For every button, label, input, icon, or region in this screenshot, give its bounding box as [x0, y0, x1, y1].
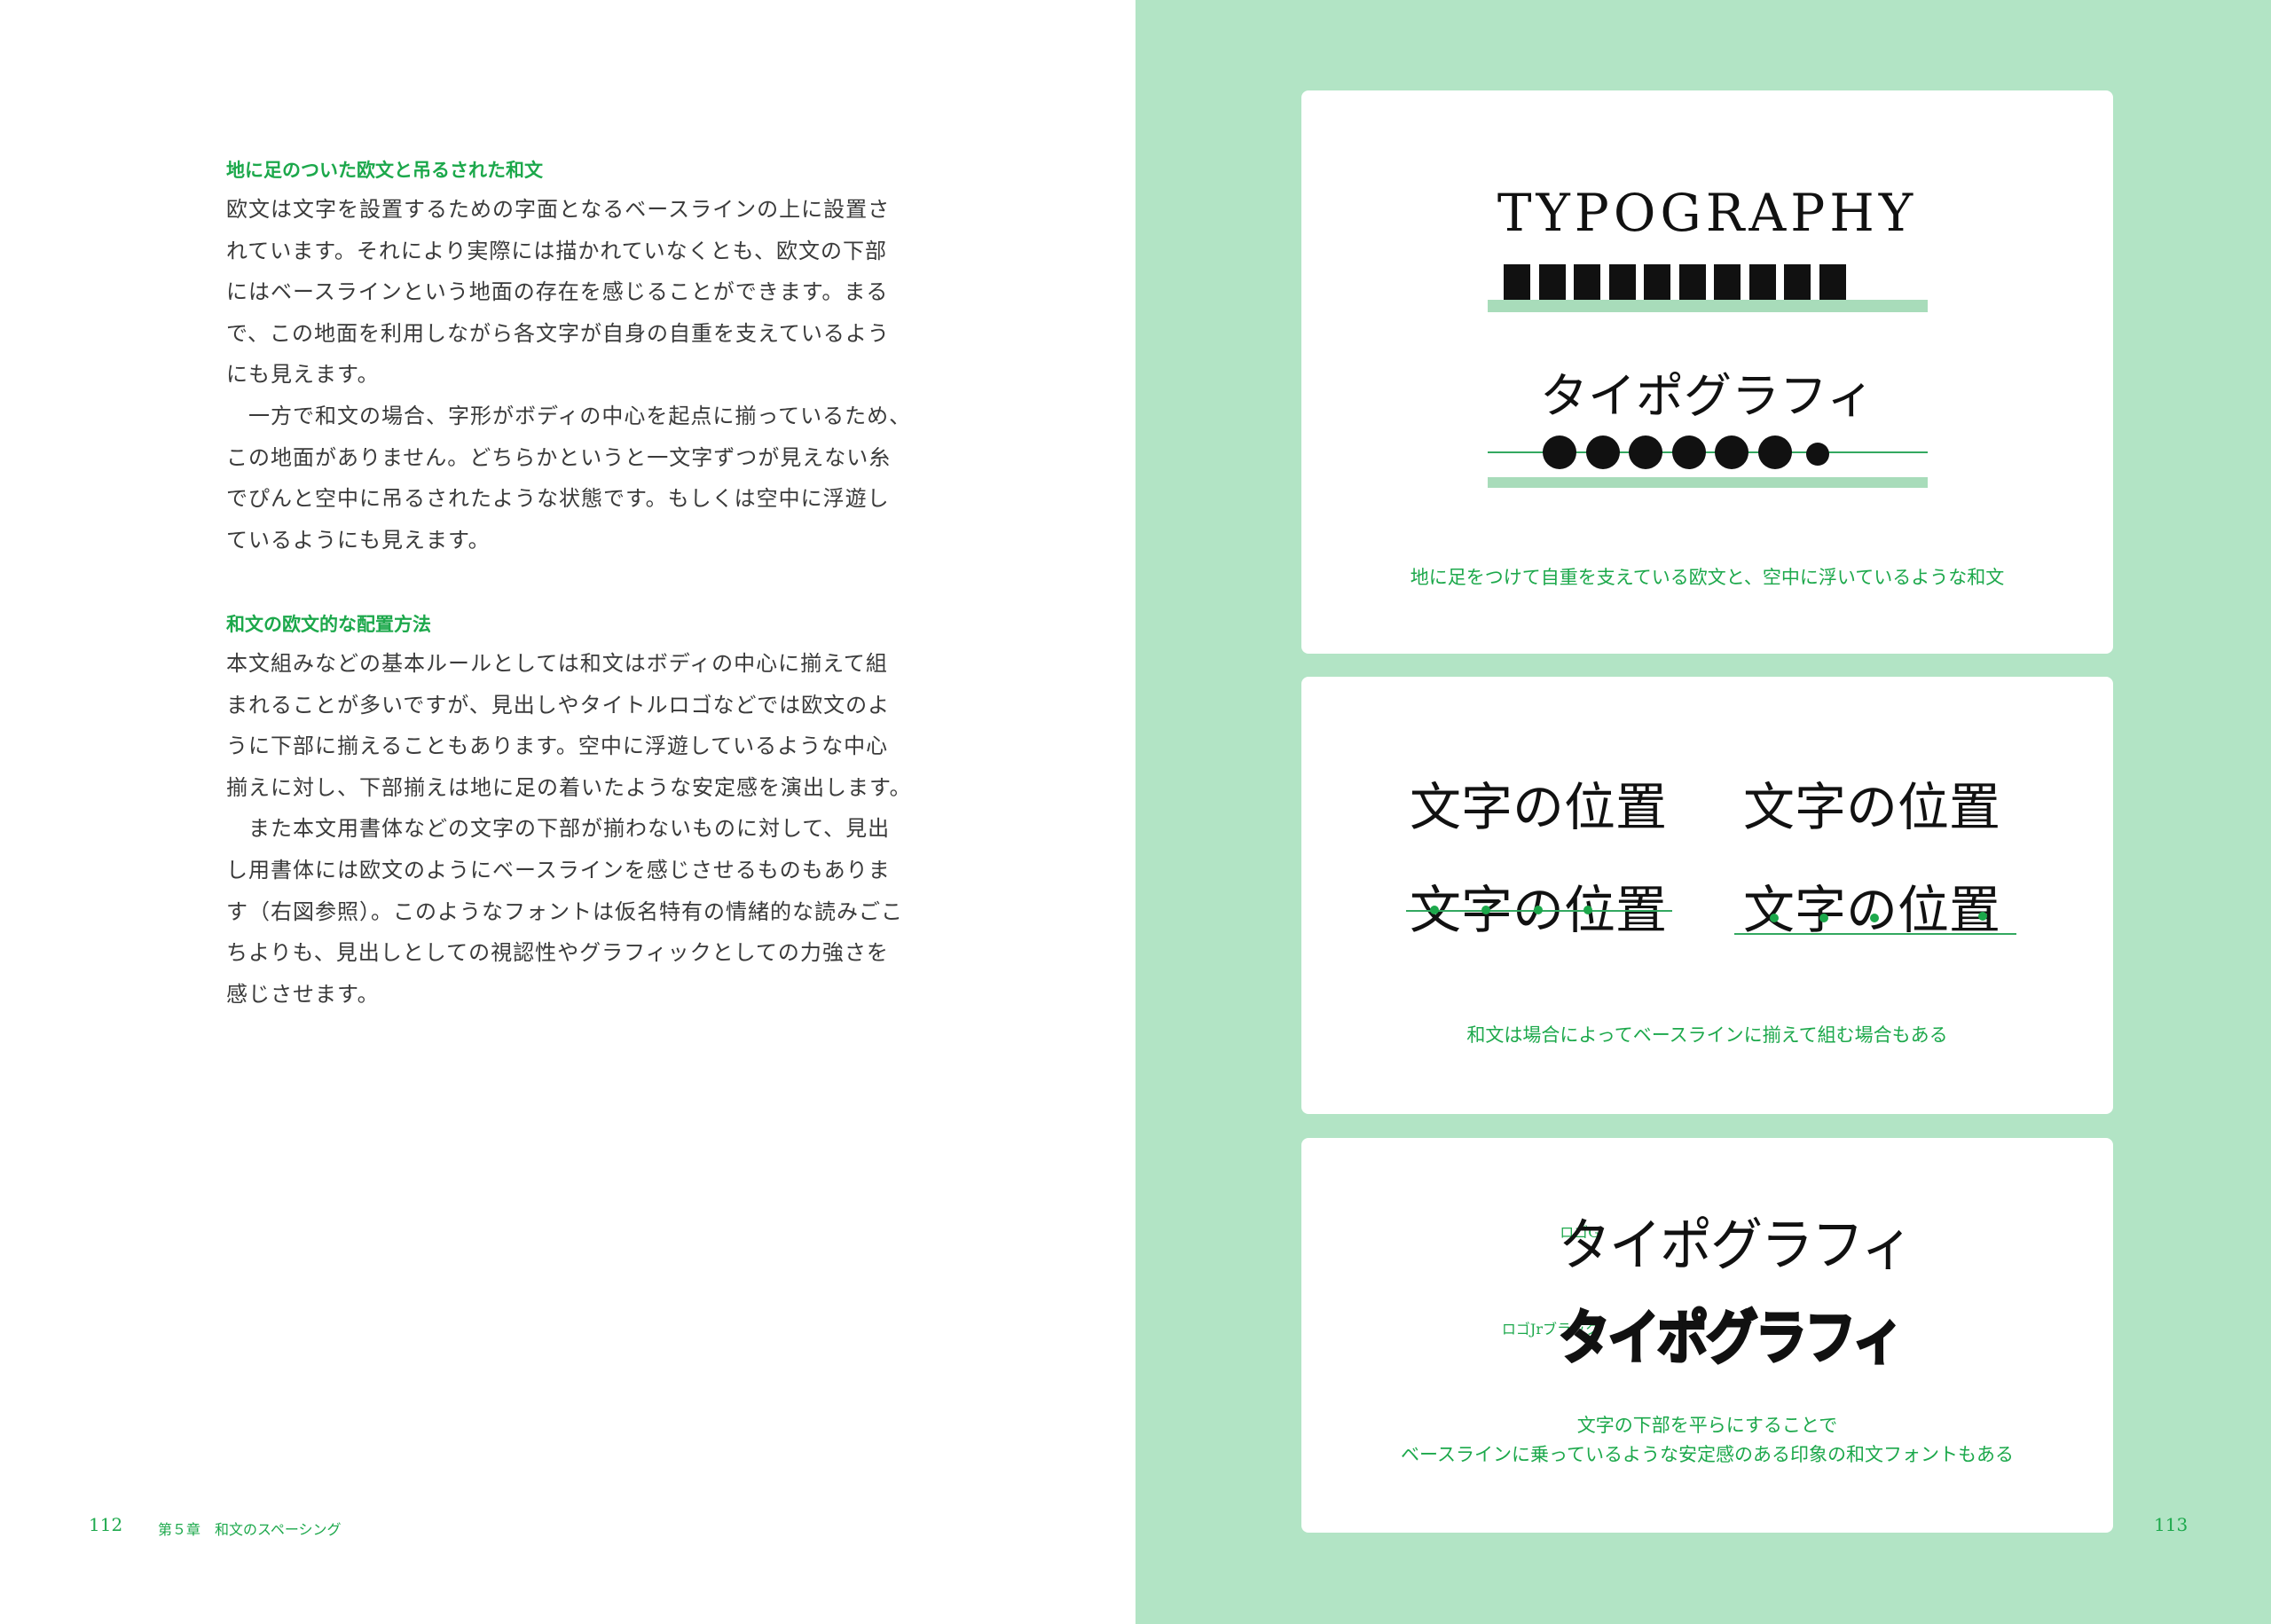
- center-marker: [1430, 906, 1439, 914]
- body-line: れています。それにより実際には描かれていなくとも、欧文の下部: [226, 238, 887, 263]
- glyph-circle: [1757, 435, 1792, 469]
- left-page: 地に足のついた欧文と吊るされた和文 欧文は文字を設置するための字面となるベースラ…: [0, 0, 1136, 1624]
- glyph-square: [1678, 264, 1706, 300]
- running-head: 第５章 和文のスペーシング: [158, 1521, 342, 1538]
- figure-caption-2: 和文は場合によってベースラインに揃えて組む場合もある: [1466, 1024, 1948, 1046]
- body-line: し用書体には欧文のようにベースラインを感じさせるものもありま: [226, 857, 891, 883]
- glyph-circle: [1543, 435, 1576, 469]
- bottom-bar: [1488, 477, 1928, 488]
- body-line: この地面がありません。どちらかというと一文字ずつが見えない糸: [226, 444, 892, 470]
- baseline-alignment-line: [1734, 933, 2016, 935]
- figure-card-baseline-comparison: TYPOGRAPHY タイポグラフィ 地に足をつけて自重を支えている欧文と、空中…: [1301, 90, 2113, 654]
- glyph-circle: [1671, 435, 1706, 469]
- figure-caption-1: 地に足をつけて自重を支えている欧文と、空中に浮いているような和文: [1410, 567, 2005, 588]
- center-marker: [1534, 906, 1543, 914]
- section-heading-1: 地に足のついた欧文と吊るされた和文: [226, 160, 543, 181]
- glyph-square: [1714, 264, 1741, 300]
- folio-left: 112: [89, 1514, 123, 1535]
- body-line: で、この地面を利用しながら各文字が自身の自重を支えているよう: [226, 320, 890, 346]
- body-line: まれることが多いですが、見出しやタイトルロゴなどでは欧文のよ: [226, 692, 891, 718]
- glyph-square: [1504, 264, 1530, 300]
- body-line: 感じさせます。: [226, 981, 380, 1007]
- body-line: にも見えます。: [226, 362, 380, 388]
- glyph-square: [1748, 264, 1776, 300]
- figure-card-baseline-fonts: ロゴG タイポグラフィ ロゴJrブラック タイポグラフィ 文字の下部を平らにする…: [1301, 1138, 2113, 1533]
- body-line: 一方で和文の場合、字形がボディの中心を起点に揃っているため、: [226, 403, 912, 428]
- sample-word-top-right: 文字の位置: [1743, 777, 2001, 837]
- glyph-circle: [1806, 443, 1829, 466]
- center-marker: [1870, 914, 1879, 922]
- folio-right: 113: [2154, 1514, 2188, 1535]
- body-line: ちよりも、見出しとしての視認性やグラフィックとしての力強さを: [226, 940, 889, 966]
- body-line: にはベースラインという地面の存在を感じることができます。まる: [226, 279, 889, 305]
- glyph-circle: [1715, 435, 1748, 469]
- body-line: 揃えに対し、下部揃えは地に足の着いたような安定感を演出します。: [226, 774, 912, 800]
- glyph-square: [1644, 264, 1670, 300]
- glyph-square: [1574, 264, 1600, 300]
- center-marker: [1819, 914, 1828, 922]
- section-heading-2: 和文の欧文的な配置方法: [226, 614, 431, 635]
- font-sample-logo-g: タイポグラフィ: [1559, 1213, 1913, 1279]
- glyph-square: [1819, 264, 1846, 300]
- body-line: でぴんと空中に吊るされたような状態です。もしくは空中に浮遊し: [226, 486, 890, 512]
- baseline-bar: [1488, 300, 1928, 312]
- glyph-square: [1538, 264, 1566, 300]
- center-marker: [1978, 912, 1987, 921]
- glyph-square: [1608, 264, 1636, 300]
- center-marker: [1583, 906, 1592, 914]
- glyph-circle: [1585, 435, 1620, 469]
- sample-word-top-left: 文字の位置: [1410, 777, 1668, 837]
- section-body-1: 欧文は文字を設置するための字面となるベースラインの上に設置さ れています。それに…: [226, 189, 936, 561]
- latin-sample-word: TYPOGRAPHY: [1497, 183, 1918, 243]
- sample-word-bottom-right: 文字の位置: [1743, 880, 2001, 940]
- figure-card-character-position: 文字の位置 文字の位置 文字の位置 文字の位置 和文は場合によってベースラインに…: [1301, 677, 2113, 1114]
- figure-caption-3-line-2: ベースラインに乗っているような安定感のある印象の和文フォントもある: [1401, 1444, 2014, 1465]
- body-line: うに下部に揃えることもあります。空中に浮遊しているような中心: [226, 734, 889, 759]
- body-line: す（右図参照）。このようなフォントは仮名特有の情緒的な読みごこ: [226, 898, 903, 924]
- center-marker: [1770, 914, 1779, 922]
- glyph-circle: [1629, 435, 1662, 469]
- glyph-square: [1784, 264, 1811, 300]
- font-sample-logo-jr-black: タイポグラフィ: [1558, 1303, 1906, 1374]
- body-line: また本文用書体などの文字の下部が揃わないものに対して、見出: [226, 816, 891, 842]
- body-line: 欧文は文字を設置するための字面となるベースラインの上に設置さ: [226, 197, 891, 222]
- center-marker: [1481, 906, 1490, 914]
- body-line: 本文組みなどの基本ルールとしては和文はボディの中心に揃えて組: [226, 651, 888, 676]
- body-line: ているようにも見えます。: [226, 527, 491, 553]
- section-body-2: 本文組みなどの基本ルールとしては和文はボディの中心に揃えて組 まれることが多いで…: [226, 643, 936, 1015]
- figure-caption-3-line-1: 文字の下部を平らにすることで: [1576, 1415, 1838, 1436]
- kana-sample-word: タイポグラフィ: [1540, 368, 1874, 424]
